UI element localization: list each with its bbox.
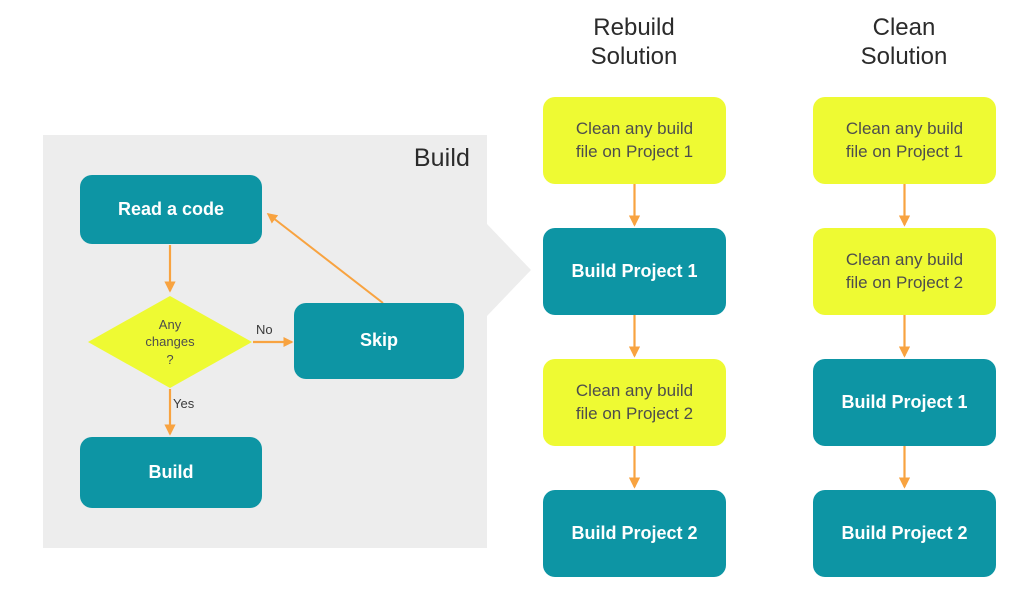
node-any-changes-label: Any changes ? (88, 296, 252, 388)
rebuild-step-4-line1: Build Project 2 (571, 522, 698, 543)
rebuild-step-1-line2: file on Project 1 (575, 141, 694, 161)
rebuild-step-3[interactable]: Clean any build file on Project 2 (543, 359, 726, 446)
heading-clean-solution-line1: Clean (872, 14, 936, 41)
diagram-canvas: Build Read a code Any changes ? Skip Bui… (0, 0, 1026, 600)
edge-label-yes: Yes (173, 396, 195, 411)
node-read-a-code[interactable]: Read a code (80, 175, 262, 244)
rebuild-step-3-line1: Clean any build (575, 381, 694, 401)
clean-step-4-line1: Build Project 2 (841, 522, 968, 543)
clean-step-1-line1: Clean any build (845, 119, 964, 139)
node-skip[interactable]: Skip (294, 303, 464, 379)
clean-step-3-line1: Build Project 1 (841, 391, 968, 412)
clean-step-2-line1: Clean any build (845, 250, 964, 270)
node-any-changes[interactable]: Any changes ? (88, 296, 252, 388)
heading-rebuild-solution-line1: Rebuild (593, 14, 675, 41)
rebuild-step-2-line1: Build Project 1 (571, 260, 698, 281)
rebuild-step-3-line2: file on Project 2 (575, 403, 694, 423)
node-any-changes-line1: Any (158, 316, 182, 332)
clean-step-2[interactable]: Clean any build file on Project 2 (813, 228, 996, 315)
clean-step-3[interactable]: Build Project 1 (813, 359, 996, 446)
node-build-label: Build (148, 461, 194, 482)
node-any-changes-line3: ? (166, 351, 174, 367)
rebuild-step-1-line1: Clean any build (575, 119, 694, 139)
edge-label-no: No (256, 322, 273, 337)
node-skip-label: Skip (359, 330, 398, 351)
heading-rebuild-solution-line2: Solution (590, 42, 678, 70)
clean-step-1[interactable]: Clean any build file on Project 1 (813, 97, 996, 184)
node-build[interactable]: Build (80, 437, 262, 508)
rebuild-step-2[interactable]: Build Project 1 (543, 228, 726, 315)
heading-clean-solution: Clean Solution (789, 14, 1019, 72)
rebuild-step-4[interactable]: Build Project 2 (543, 490, 726, 577)
build-panel-title: Build (413, 144, 470, 172)
rebuild-step-1[interactable]: Clean any build file on Project 1 (543, 97, 726, 184)
clean-step-1-line2: file on Project 1 (845, 141, 964, 161)
clean-step-4[interactable]: Build Project 2 (813, 490, 996, 577)
clean-step-2-line2: file on Project 2 (845, 272, 964, 292)
node-read-a-code-label: Read a code (117, 198, 225, 219)
node-any-changes-line2: changes (145, 334, 195, 350)
heading-clean-solution-line2: Solution (860, 42, 948, 70)
heading-rebuild-solution: Rebuild Solution (519, 14, 749, 72)
